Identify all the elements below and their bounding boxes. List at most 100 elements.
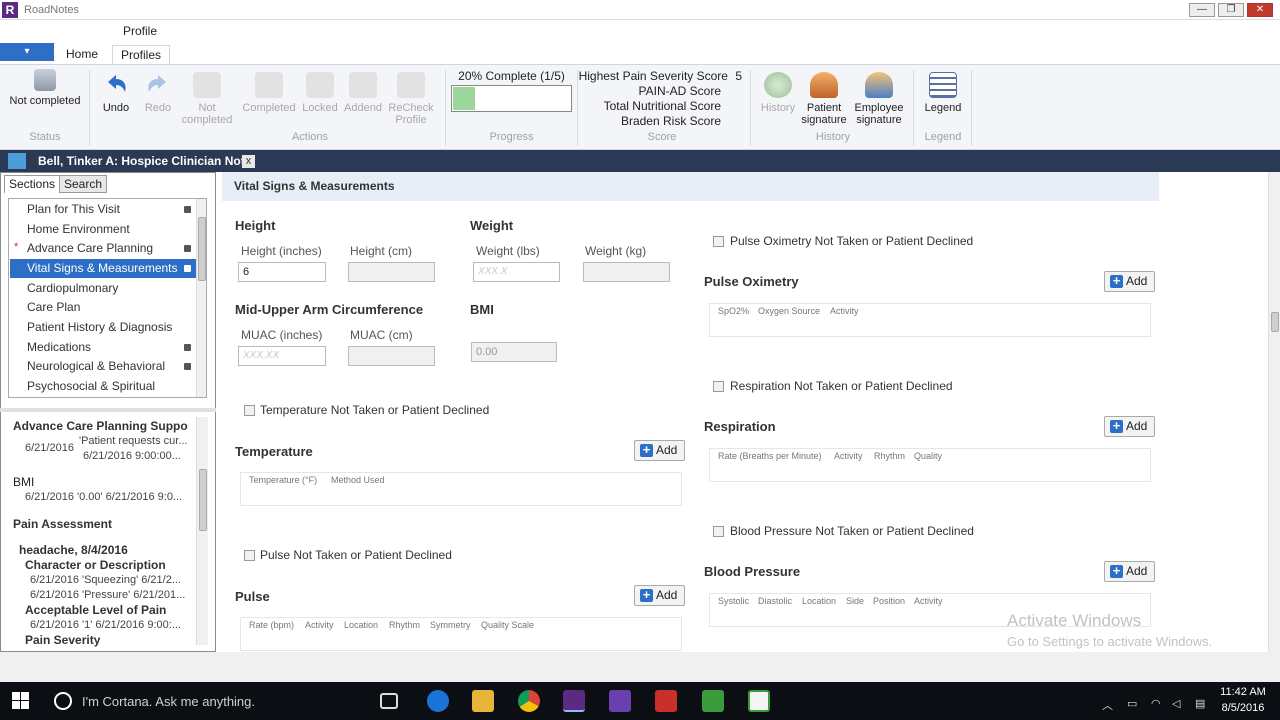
undo-button[interactable]: Undo [98,72,134,114]
restore-button[interactable]: ❐ [1218,3,1244,17]
close-window-button[interactable]: ✕ [1247,3,1273,17]
pulse-not-taken-checkbox[interactable] [244,550,255,561]
not-completed-button[interactable]: Not completed [180,72,234,126]
nav-item-care-plan[interactable]: Care Plan [10,298,196,317]
minimize-button[interactable]: — [1189,3,1215,17]
document-tab-close-icon[interactable]: x [242,155,255,168]
file-menu-button[interactable]: ▾ [0,43,54,61]
roadnotes-app-icon[interactable] [563,690,585,712]
column-header: Activity [305,620,334,630]
nav-item-plan-for-this-visit[interactable]: Plan for This Visit [10,200,196,219]
chrome-icon[interactable] [518,690,540,712]
muac-heading: Mid-Upper Arm Circumference [235,302,424,317]
temperature-not-taken-label: Temperature Not Taken or Patient Decline… [260,403,490,417]
weight-kg-input[interactable] [583,262,670,282]
nav-scrollbar[interactable] [196,199,206,397]
muac-inches-input[interactable]: XXX.XX [238,346,326,366]
pulse-grid[interactable]: Rate (bpm) Activity Location Rhythm Symm… [240,617,682,651]
bp-not-taken-checkbox[interactable] [713,526,724,537]
legend-button[interactable]: Legend [920,72,966,114]
recheck-profile-button[interactable]: ReCheck Profile [386,72,436,126]
tab-profiles[interactable]: Profiles [112,45,171,64]
tab-home[interactable]: Home [58,45,106,64]
volume-icon[interactable]: ◁ [1172,697,1180,710]
task-view-icon[interactable] [380,693,398,709]
cortana-search-box[interactable]: I'm Cortana. Ask me anything. [82,694,255,709]
content-scrollbar[interactable] [1268,172,1280,652]
summary-scrollbar-thumb[interactable] [199,469,207,531]
summary-acceptable-line: 6/21/2016 '1' 6/21/2016 9:00:... [30,619,181,631]
clock-time[interactable]: 11:42 AM [1218,686,1268,698]
summary-char-line-1: 6/21/2016 'Squeezing' 6/21/2... [30,574,181,586]
file-explorer-icon[interactable] [472,690,494,712]
content-scrollbar-thumb[interactable] [1271,312,1279,332]
height-cm-input[interactable] [348,262,435,282]
nav-item-advance-care-planning[interactable]: * Advance Care Planning [10,239,196,258]
employee-signature-button[interactable]: Employee signature [851,72,907,126]
group-label-history: History [815,131,851,143]
white-app-icon[interactable] [748,690,770,712]
height-inches-input[interactable]: 6 [238,262,326,282]
undo-icon [108,75,126,92]
redo-label: Redo [144,102,172,114]
summary-scrollbar[interactable] [196,417,208,645]
pulse-ox-grid[interactable]: SpO2% Oxygen Source Activity [709,303,1151,337]
home-icon[interactable] [8,153,26,169]
temperature-add-button[interactable]: + Add [634,440,685,461]
document-tab[interactable]: Bell, Tinker A: Hospice Clinician Note [34,152,255,172]
column-header: Side [846,596,865,606]
windows-start-icon[interactable] [12,692,30,710]
nav-item-vital-signs[interactable]: Vital Signs & Measurements [10,259,196,278]
nav-label: Neurological & Behavioral [27,359,166,373]
nav-item-neurological[interactable]: Neurological & Behavioral [10,357,196,376]
bp-not-taken-label: Blood Pressure Not Taken or Patient Decl… [730,524,974,538]
column-header: Rate (Breaths per Minute) [718,451,822,461]
pulse-ox-not-taken-checkbox[interactable] [713,236,724,247]
temperature-grid[interactable]: Temperature (°F) Method Used [240,472,682,506]
nav-item-patient-history[interactable]: Patient History & Diagnosis [10,318,196,337]
nav-scrollbar-thumb[interactable] [198,217,206,281]
nav-item-home-environment[interactable]: Home Environment [10,220,196,239]
column-header: Symmetry [430,620,471,630]
bp-add-button[interactable]: + Add [1104,561,1155,582]
tab-search[interactable]: Search [59,175,108,193]
nav-label: Psychosocial & Spiritual [27,379,156,393]
completed-button[interactable]: Completed [240,72,298,114]
patient-signature-button[interactable]: Patient signature [800,72,848,126]
muac-cm-label: MUAC (cm) [350,328,413,342]
pulse-ox-add-button[interactable]: + Add [1104,271,1155,292]
wifi-icon[interactable]: ◠ [1151,697,1161,710]
clock-date[interactable]: 8/5/2016 [1218,702,1268,714]
edge-browser-icon[interactable] [427,690,449,712]
pulse-add-button[interactable]: + Add [634,585,685,606]
redo-button[interactable]: Redo [140,72,176,114]
respiration-grid[interactable]: Rate (Breaths per Minute) Activity Rhyth… [709,448,1151,482]
addend-button[interactable]: Addend [342,72,384,114]
temperature-not-taken-checkbox[interactable] [244,405,255,416]
column-header: Method Used [331,475,385,485]
windows-pane [21,701,29,709]
respiration-add-button[interactable]: + Add [1104,416,1155,437]
weight-lbs-input[interactable]: XXX.X [473,262,560,282]
nav-item-cardiopulmonary[interactable]: Cardiopulmonary [10,279,196,298]
cortana-icon[interactable] [54,692,72,710]
status-dot [184,206,191,213]
respiration-not-taken-checkbox[interactable] [713,381,724,392]
section-title: Vital Signs & Measurements [234,179,395,193]
history-button[interactable]: History [756,72,800,114]
nav-label: Plan for This Visit [27,202,120,216]
nav-item-psychosocial[interactable]: Psychosocial & Spiritual [10,377,196,396]
chevron-up-icon[interactable]: ︿ [1102,697,1113,713]
hospice-app-icon[interactable] [609,690,631,712]
plus-icon: + [640,588,653,602]
summary-char-desc: Character or Description [25,558,166,572]
tab-sections[interactable]: Sections [4,175,61,193]
green-app-icon[interactable] [702,690,724,712]
red-app-icon[interactable] [655,690,677,712]
locked-button[interactable]: Locked [300,72,340,114]
section-nav-list: Plan for This Visit Home Environment * Ad… [8,198,207,398]
height-inches-label: Height (inches) [241,244,322,258]
nav-item-medications[interactable]: Medications [10,338,196,357]
muac-cm-input[interactable] [348,346,435,366]
panel-splitter[interactable] [0,408,216,412]
